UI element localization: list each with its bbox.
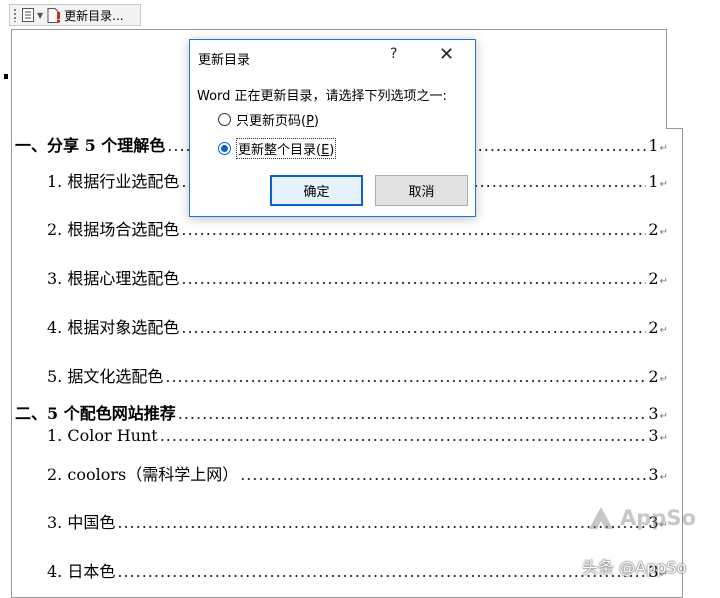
radio-update-entire-table[interactable]: [218, 142, 231, 155]
help-button[interactable]: ?: [390, 46, 397, 62]
toc-page-number: 2: [648, 220, 659, 239]
appso-logo-icon: [589, 507, 613, 529]
toc-page-number: 2: [648, 367, 659, 386]
drag-grip-icon[interactable]: [13, 8, 17, 22]
toutiao-byline: 头条 @AppSo: [582, 558, 687, 577]
paragraph-mark-icon: ↵: [659, 411, 668, 422]
toc-control-toolbar: ▼ 更新目录...: [9, 4, 141, 26]
paragraph-mark-icon: ↵: [659, 374, 668, 385]
toc-entry-label: 2. 根据场合选配色: [47, 220, 180, 239]
toc-dot-leader: [181, 269, 646, 288]
toc-entry[interactable]: 2. 根据场合选配色 2↵: [47, 216, 668, 240]
watermark-logo-text: AppSo: [620, 506, 696, 530]
toc-page-number: 1: [648, 136, 659, 155]
toc-dot-leader: [181, 318, 646, 337]
toc-page-number: 2: [648, 318, 659, 337]
paragraph-mark-icon: ↵: [659, 276, 668, 287]
frame-notch: [666, 128, 683, 129]
toc-entry[interactable]: 4. 日本色3↵: [47, 558, 668, 582]
paragraph-mark-icon: ↵: [659, 179, 668, 190]
toc-entry-label: 一、分享 5 个理解色: [15, 136, 166, 155]
cancel-button[interactable]: 取消: [375, 175, 468, 206]
option-update-page-numbers[interactable]: 只更新页码(P): [218, 110, 319, 129]
toc-page-number: 3: [648, 465, 659, 484]
radio-update-page-numbers[interactable]: [218, 113, 231, 126]
toc-entry-label: 5. 据文化选配色: [47, 367, 164, 386]
toc-entry[interactable]: 3. 中国色3↵: [47, 509, 668, 533]
update-toc-button[interactable]: 更新目录...: [64, 7, 123, 24]
toc-entry-label: 二、5 个配色网站推荐: [15, 404, 176, 423]
toc-entry[interactable]: 1. Color Hunt 3↵: [47, 426, 668, 445]
toc-entry[interactable]: 5. 据文化选配色 2↵: [47, 363, 668, 387]
toc-entry[interactable]: 3. 根据心理选配色 2↵: [47, 265, 668, 289]
toc-dot-leader: [117, 513, 646, 532]
toc-dot-leader: [181, 220, 646, 239]
update-toc-dialog: 更新目录 ? ✕ Word 正在更新目录，请选择下列选项之一: 只更新页码(P)…: [189, 39, 476, 217]
toc-dot-leader: [165, 367, 646, 386]
ok-button[interactable]: 确定: [270, 175, 363, 206]
dialog-title: 更新目录: [198, 53, 251, 68]
toc-page-number: 1: [648, 172, 659, 191]
toc-entry-label: 3. 根据心理选配色: [47, 269, 180, 288]
toc-dot-leader: [178, 404, 647, 423]
toc-entry-label: 2. coolors（需科学上网）: [47, 465, 239, 484]
toc-entry[interactable]: 二、5 个配色网站推荐 3↵: [15, 400, 668, 424]
chevron-down-icon[interactable]: ▼: [37, 11, 43, 20]
paragraph-mark-icon: ↵: [659, 472, 668, 483]
dialog-message: Word 正在更新目录，请选择下列选项之一:: [197, 89, 447, 104]
appso-watermark: AppSo: [588, 506, 696, 530]
close-icon[interactable]: ✕: [439, 44, 454, 65]
paragraph-bullet-marker: [4, 74, 8, 79]
option-update-entire-table[interactable]: 更新整个目录(E): [218, 138, 337, 159]
toc-dot-leader: [240, 465, 646, 484]
paragraph-mark-icon: ↵: [659, 325, 668, 336]
toc-dot-leader: [117, 562, 646, 581]
toc-page-number: 3: [648, 426, 659, 445]
toc-entry-label: 4. 日本色: [47, 562, 116, 581]
toc-entry-label: 1. Color Hunt: [47, 426, 158, 445]
update-toc-icon[interactable]: [47, 7, 61, 23]
toc-dot-leader: [160, 426, 647, 445]
toc-page-number: 2: [648, 269, 659, 288]
toc-page-number: 3: [648, 404, 659, 423]
paragraph-mark-icon: ↵: [659, 143, 668, 154]
toc-entry[interactable]: 2. coolors（需科学上网） 3↵: [47, 461, 668, 485]
option-label: 只更新页码(P): [236, 114, 319, 129]
toc-entry-label: 1. 根据行业选配色: [47, 172, 180, 191]
toc-entry[interactable]: 4. 根据对象选配色 2↵: [47, 314, 668, 338]
toc-entry-label: 3. 中国色: [47, 513, 116, 532]
toc-menu-icon[interactable]: [21, 8, 35, 22]
paragraph-mark-icon: ↵: [659, 227, 668, 238]
toc-entry-label: 4. 根据对象选配色: [47, 318, 180, 337]
paragraph-mark-icon: ↵: [659, 433, 668, 444]
option-label: 更新整个目录(E): [236, 138, 337, 159]
